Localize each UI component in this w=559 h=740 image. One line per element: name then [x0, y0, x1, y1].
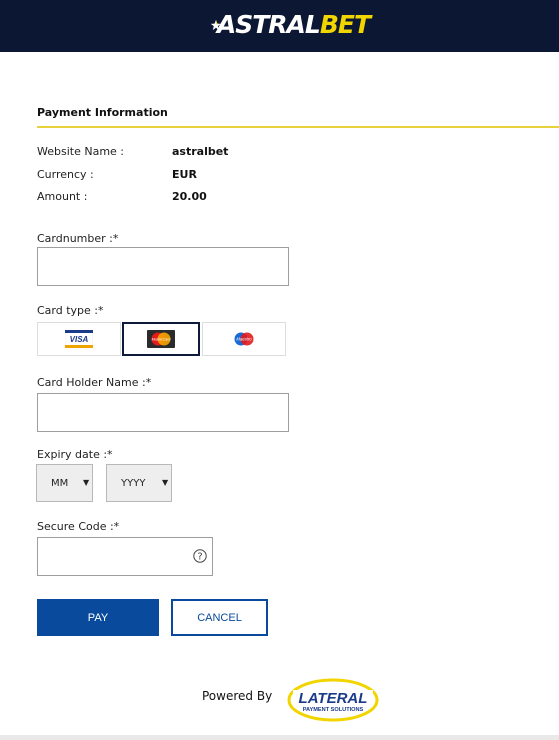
expiry-month-select[interactable]: MM ▼	[36, 464, 93, 502]
expiry-label: Expiry date :*	[37, 448, 113, 461]
expiry-year-select[interactable]: YYYY ▼	[106, 464, 172, 502]
svg-text:VISA: VISA	[70, 335, 89, 344]
visa-logo-icon: VISA	[65, 330, 93, 348]
cancel-button[interactable]: CANCEL	[171, 599, 268, 636]
header-bar: ASTRALBET	[0, 0, 559, 52]
pay-button[interactable]: PAY	[37, 599, 159, 636]
lateral-logo: LATERAL PAYMENT SOLUTIONS	[287, 678, 379, 722]
cardtype-label: Card type :*	[37, 304, 104, 317]
expiry-month-value: MM	[51, 478, 69, 489]
brand-wordmark: ASTRALBET	[216, 10, 371, 39]
secure-code-label: Secure Code :*	[37, 520, 120, 533]
currency-label: Currency :	[37, 168, 94, 181]
card-option-maestro[interactable]: Maestro	[202, 322, 286, 356]
section-title: Payment Information	[37, 106, 168, 119]
secure-code-input[interactable]	[37, 537, 213, 576]
section-divider	[37, 126, 559, 128]
card-option-mastercard[interactable]: MasterCard	[122, 322, 200, 356]
chevron-down-icon: ▼	[83, 478, 90, 487]
expiry-year-value: YYYY	[121, 478, 146, 489]
website-name-label: Website Name :	[37, 145, 125, 158]
mastercard-logo-icon: MasterCard	[147, 330, 175, 348]
holder-name-label: Card Holder Name :*	[37, 376, 152, 389]
svg-text:?: ?	[197, 552, 202, 563]
currency-value: EUR	[172, 168, 197, 181]
powered-by-text: Powered By	[202, 689, 273, 703]
svg-text:LATERAL: LATERAL	[299, 690, 368, 707]
help-icon[interactable]: ?	[193, 549, 207, 563]
cardnumber-input[interactable]	[37, 247, 289, 286]
svg-text:MasterCard: MasterCard	[152, 338, 172, 342]
chevron-down-icon: ▼	[162, 478, 169, 487]
bottom-strip	[0, 735, 559, 740]
amount-label: Amount :	[37, 190, 88, 203]
svg-text:PAYMENT SOLUTIONS: PAYMENT SOLUTIONS	[303, 707, 364, 713]
website-name-value: astralbet	[172, 145, 229, 158]
astralbet-logo[interactable]: ASTRALBET	[210, 6, 371, 44]
holder-name-input[interactable]	[37, 393, 289, 432]
svg-text:Maestro: Maestro	[236, 337, 252, 342]
cardnumber-label: Cardnumber :*	[37, 232, 119, 245]
amount-value: 20.00	[172, 190, 207, 203]
card-option-visa[interactable]: VISA	[37, 322, 121, 356]
maestro-logo-icon: Maestro	[234, 332, 254, 346]
